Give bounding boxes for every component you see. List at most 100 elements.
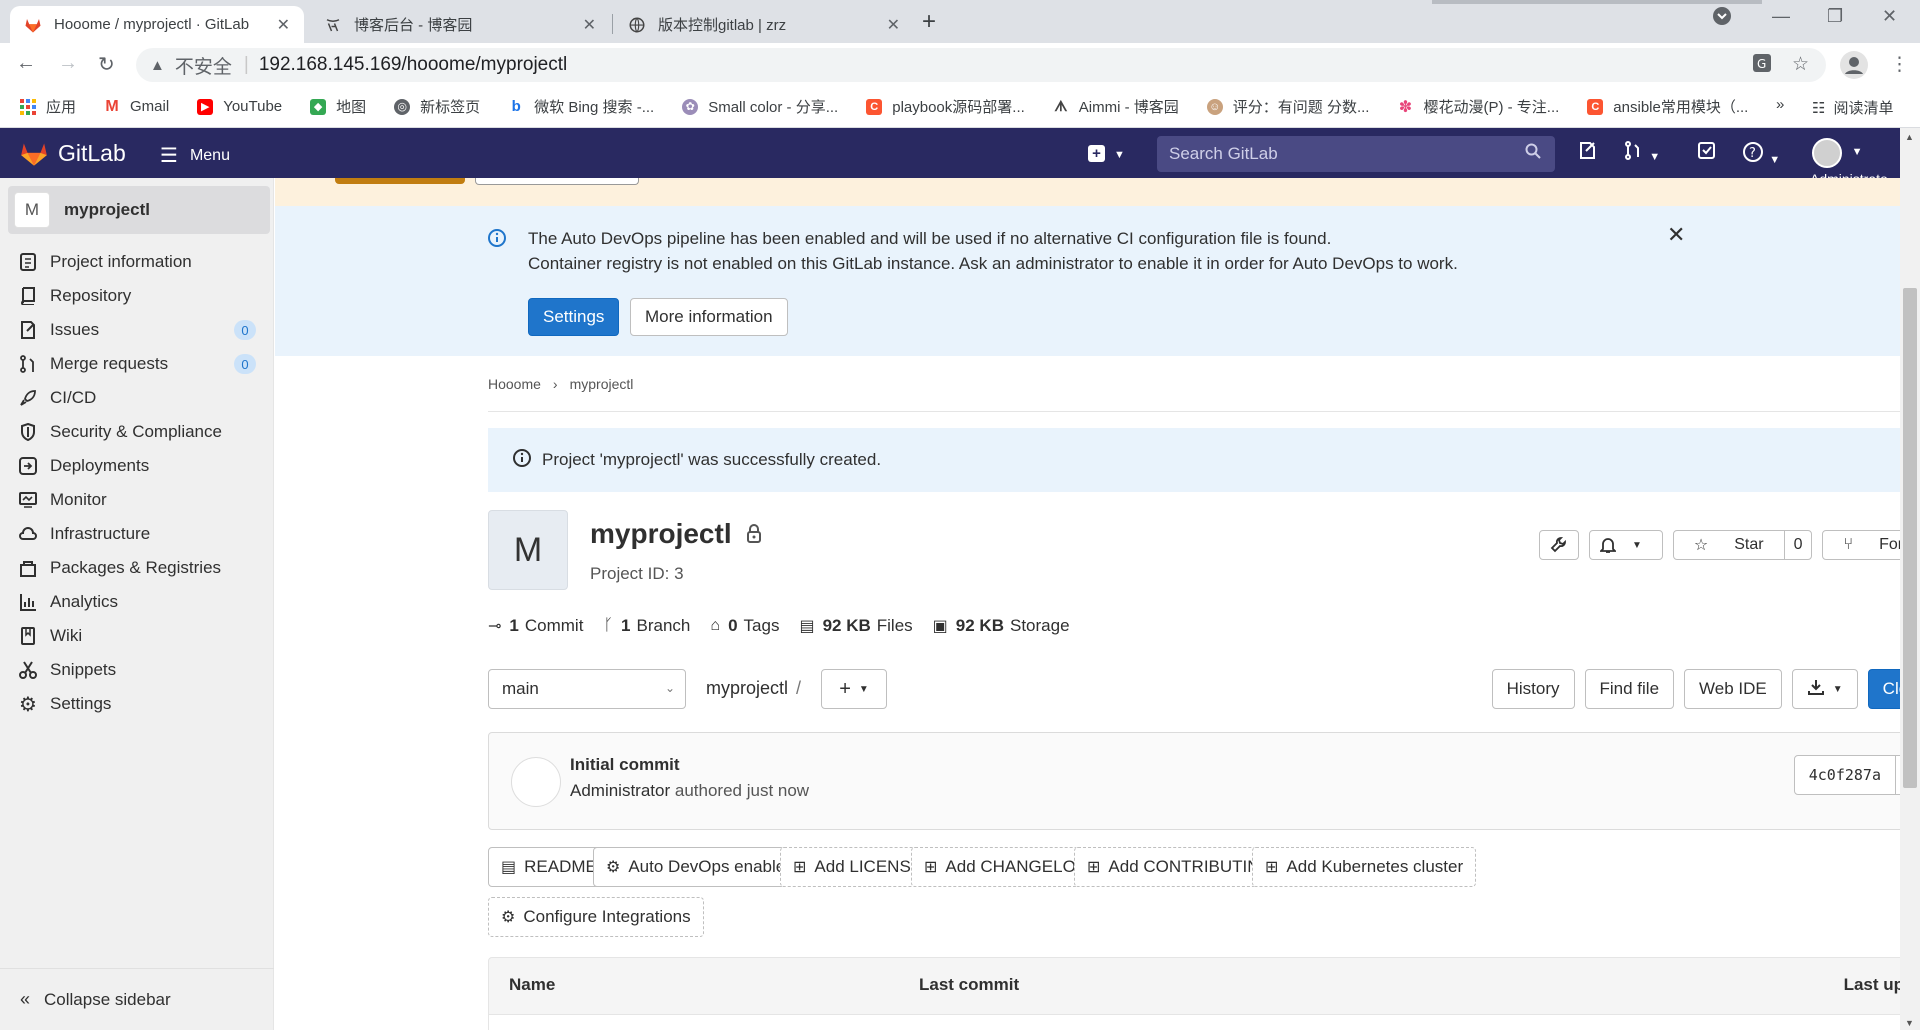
bookmark-pingfen[interactable]: ☺ 评分：有问题 分数... (1206, 96, 1369, 117)
forward-arrow-icon[interactable]: → (58, 52, 78, 75)
breadcrumb-group-link[interactable]: Hooome (488, 376, 541, 392)
gitlab-logo[interactable]: GitLab (20, 140, 126, 167)
bookmark-ansible[interactable]: C ansible常用模块（... (1587, 96, 1748, 117)
sidebar-item-cicd[interactable]: CI/CD (18, 384, 256, 412)
help-icon[interactable]: ? ▼ (1742, 141, 1780, 169)
auto-devops-enabled-button[interactable]: ⚙ Auto DevOps enabled (593, 847, 808, 887)
address-bar[interactable]: ▲ 不安全 | 192.168.145.169/hooome/myproject… (136, 48, 1826, 82)
more-information-button[interactable]: More information (630, 298, 788, 336)
bookmark-newtab[interactable]: ◎ 新标签页 (394, 96, 480, 117)
commit-sha[interactable]: 4c0f287a (1795, 756, 1895, 794)
sidebar-item-snippets[interactable]: Snippets (18, 656, 256, 684)
sidebar-item-analytics[interactable]: Analytics (18, 588, 256, 616)
dismiss-banner-close-icon[interactable]: ✕ (1667, 222, 1685, 248)
stat-files[interactable]: ▤ 92 KB Files (799, 616, 912, 636)
page-scrollbar[interactable]: ▲ ▼ (1900, 128, 1920, 1030)
reload-icon[interactable]: ↻ (98, 52, 115, 77)
star-button[interactable]: ☆ Star 0 (1672, 530, 1813, 560)
bookmark-gmail[interactable]: M Gmail (104, 98, 169, 116)
breadcrumb-project-link[interactable]: myprojectl (570, 376, 634, 392)
profile-avatar-icon[interactable] (1840, 51, 1868, 79)
tab-close-icon[interactable]: ✕ (887, 15, 900, 35)
back-arrow-icon[interactable]: ← (16, 52, 36, 75)
bookmark-youtube[interactable]: ▶ YouTube (197, 98, 282, 115)
star-count[interactable]: 0 (1783, 531, 1812, 559)
new-dropdown[interactable]: + ▼ (1088, 142, 1125, 163)
tab-close-icon[interactable]: ✕ (583, 15, 596, 35)
sidebar-item-security[interactable]: Security & Compliance (18, 418, 256, 446)
notification-dropdown[interactable]: ▼ (1588, 530, 1663, 560)
bookmark-apps[interactable]: 应用 (20, 96, 76, 117)
sidebar-item-merge-requests[interactable]: Merge requests 0 (18, 350, 256, 378)
scroll-down-arrow-icon[interactable]: ▼ (1905, 1018, 1914, 1028)
download-dropdown[interactable]: ▼ (1791, 669, 1858, 709)
bookmark-smallcolor[interactable]: ✿ Small color - 分享... (682, 96, 838, 117)
sidebar-item-packages[interactable]: Packages & Registries (18, 554, 256, 582)
browser-tab-cnblogs[interactable]: 博客后台 - 博客园 ✕ (310, 6, 610, 43)
warning-triangle-icon[interactable]: ▲ (150, 57, 165, 74)
clone-dropdown[interactable]: Clone ▼ (1867, 669, 1900, 709)
restore-icon[interactable]: ❐ (1827, 6, 1843, 27)
repo-path-link[interactable]: myprojectl (706, 678, 788, 698)
scroll-up-arrow-icon[interactable]: ▲ (1905, 132, 1914, 142)
star-icon: ☆ (1693, 537, 1709, 554)
sidebar-project-header[interactable]: M myprojectl (8, 186, 270, 234)
settings-button[interactable]: Settings (528, 298, 620, 336)
sidebar-item-wiki[interactable]: Wiki (18, 622, 256, 650)
browser-tab-zrz[interactable]: 版本控制gitlab | zrz ✕ (614, 6, 914, 43)
bookmark-playbook[interactable]: C playbook源码部署... (866, 96, 1025, 117)
tab-close-icon[interactable]: ✕ (277, 15, 290, 35)
reading-list[interactable]: ☷ 阅读清单 (1812, 97, 1893, 118)
bookmarks-overflow-icon[interactable]: » (1776, 96, 1784, 113)
bookmark-maps[interactable]: ◆ 地图 (310, 96, 366, 117)
stat-commits[interactable]: ⊸ 1 Commit (488, 616, 583, 636)
new-tab-plus-icon[interactable]: + (922, 8, 936, 36)
scrollbar-thumb[interactable] (1903, 288, 1917, 788)
branch-selector[interactable]: main ⌄ (488, 669, 686, 709)
sidebar-item-settings[interactable]: ⚙ Settings (18, 690, 256, 718)
commit-author[interactable]: Administrator (570, 781, 670, 800)
project-settings-button[interactable] (1538, 530, 1579, 560)
web-ide-button[interactable]: Web IDE (1684, 669, 1782, 709)
issues-nav-icon[interactable] (1578, 141, 1597, 166)
find-file-button[interactable]: Find file (1584, 669, 1675, 709)
translate-icon[interactable]: G (1752, 53, 1772, 79)
sidebar-item-repository[interactable]: Repository (18, 282, 256, 310)
sidebar-item-deployments[interactable]: Deployments (18, 452, 256, 480)
sidebar-item-issues[interactable]: Issues 0 (18, 316, 256, 344)
stat-tags[interactable]: ⌂ 0 Tags (710, 616, 779, 636)
tab-search-icon[interactable] (1712, 6, 1732, 31)
configure-integrations-button[interactable]: ⚙ Configure Integrations (488, 897, 704, 937)
url-text[interactable]: 192.168.145.169/hooome/myprojectl (259, 54, 567, 76)
stat-storage[interactable]: ▣ 92 KB Storage (933, 616, 1070, 636)
banner-secondary-button-edge[interactable] (475, 178, 639, 185)
merge-requests-nav-icon[interactable]: ▼ (1624, 141, 1660, 166)
todos-nav-icon[interactable] (1697, 141, 1716, 166)
commit-title[interactable]: Initial commit (570, 755, 680, 775)
sidebar-item-project-information[interactable]: Project information (18, 248, 256, 276)
stat-branches[interactable]: ᚴ 1 Branch (603, 616, 690, 636)
commit-author-avatar[interactable] (511, 757, 561, 807)
browser-tab-gitlab[interactable]: Hooome / myprojectl · GitLab ✕ (10, 6, 304, 43)
history-button[interactable]: History (1491, 669, 1575, 709)
fork-button[interactable]: ⑂Fork 0 (1822, 530, 1900, 560)
chevron-down-icon: ▼ (1631, 539, 1642, 551)
minimize-icon[interactable]: — (1772, 6, 1790, 27)
banner-primary-button-edge[interactable] (335, 178, 465, 184)
add-file-dropdown[interactable]: + ▼ (821, 669, 887, 709)
browser-menu-icon[interactable]: ⋮ (1890, 53, 1909, 76)
bookmark-star-icon[interactable]: ☆ (1792, 53, 1809, 76)
sidebar-item-infrastructure[interactable]: Infrastructure (18, 520, 256, 548)
user-menu[interactable]: ▼ Administrato (1810, 138, 1902, 187)
window-close-icon[interactable]: ✕ (1882, 6, 1897, 27)
main-menu-button[interactable]: ☰ Menu (160, 143, 230, 168)
add-kubernetes-cluster-button[interactable]: ⊞ Add Kubernetes cluster (1252, 847, 1477, 887)
readme-button[interactable]: ▤ README (488, 847, 610, 887)
bookmark-yinghua[interactable]: ✽ 樱花动漫(P) - 专注... (1397, 96, 1560, 117)
search-input[interactable]: Search GitLab (1157, 136, 1555, 172)
bookmark-aimmi[interactable]: ᗑ Aimmi - 博客园 (1053, 96, 1179, 117)
collapse-sidebar-button[interactable]: « Collapse sidebar (0, 968, 274, 1030)
bookmark-bing[interactable]: b 微软 Bing 搜索 -... (508, 96, 655, 117)
sidebar-item-monitor[interactable]: Monitor (18, 486, 256, 514)
svg-text:G: G (1757, 57, 1766, 71)
